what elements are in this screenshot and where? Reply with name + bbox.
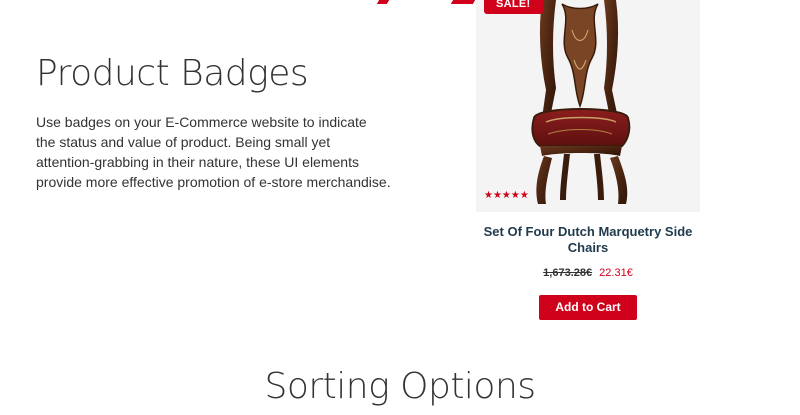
description-line: Use badges on your E-Commerce website to… xyxy=(36,114,367,130)
old-price: 1,673.28€ xyxy=(543,267,593,279)
description-line: the status and value of product. Being s… xyxy=(36,134,331,150)
product-name[interactable]: Set Of Four Dutch Marquetry Side Chairs xyxy=(476,224,700,256)
rating-stars: ★★★★★ xyxy=(484,190,529,201)
product-prices: 1,673.28€ 22.31€ xyxy=(476,266,700,280)
product-image[interactable]: ★★★★★ xyxy=(476,0,700,212)
sale-price: 22.31€ xyxy=(599,267,633,279)
product-card: ★★★★★ SALE! Set Of Four Dutch Marquetry … xyxy=(476,0,700,330)
page: Product Badges Use badges on your E-Comm… xyxy=(0,0,800,415)
description-line: provide more effective promotion of e-st… xyxy=(36,174,391,190)
description-line: attention-grabbing in their nature, thes… xyxy=(36,154,359,170)
add-to-cart-button[interactable]: Add to Cart xyxy=(539,295,637,320)
product-badges-title: Product Badges xyxy=(36,53,309,94)
product-badges-description: Use badges on your E-Commerce website to… xyxy=(36,112,416,192)
top-decoration-left xyxy=(376,0,390,4)
sale-badge: SALE! xyxy=(484,0,543,14)
chair-image xyxy=(531,0,631,204)
sorting-options-title: Sorting Options xyxy=(264,366,536,407)
top-decoration-right xyxy=(450,0,476,4)
